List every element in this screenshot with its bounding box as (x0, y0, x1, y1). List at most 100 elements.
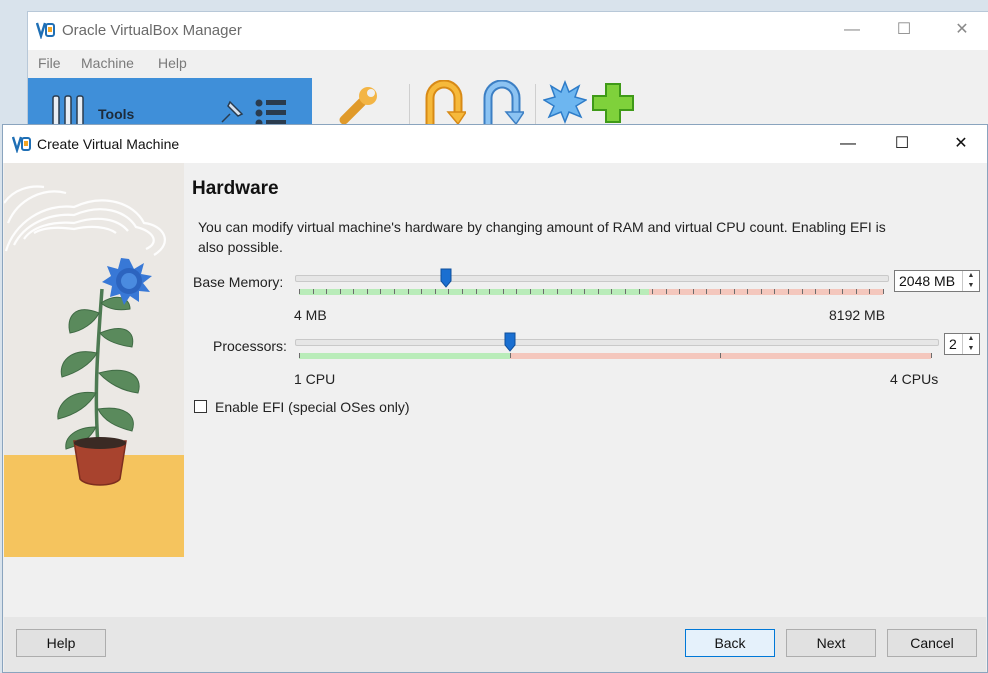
dialog-maximize-button[interactable]: ☐ (879, 125, 925, 163)
scale-tick (299, 353, 300, 358)
manager-title: Oracle VirtualBox Manager (62, 22, 242, 39)
scale-tick (931, 353, 932, 358)
scale-tick (665, 289, 667, 294)
processors-min-label: 1 CPU (294, 371, 336, 387)
page-heading: Hardware (192, 178, 279, 199)
scale-tick (760, 289, 762, 294)
scale-tick (353, 289, 355, 294)
processors-spin-arrows[interactable]: ▲ ▼ (962, 334, 979, 354)
processors-slider-track[interactable] (295, 339, 939, 346)
scale-tick (869, 289, 871, 294)
base-memory-spinbox[interactable]: 2048 MB ▲ ▼ (894, 270, 980, 292)
settings-wrench-icon[interactable] (336, 82, 382, 128)
scale-tick (557, 289, 559, 294)
scale-tick (624, 289, 626, 294)
scale-tick (720, 289, 722, 294)
scale-tick (529, 289, 531, 294)
pin-icon[interactable] (218, 96, 248, 126)
menu-help[interactable]: Help (158, 55, 187, 71)
scale-tick (747, 289, 749, 294)
scale-tick (828, 289, 830, 294)
scale-safe-range (299, 353, 510, 359)
scale-tick (543, 289, 545, 294)
enable-efi-checkbox[interactable] (194, 400, 207, 413)
scale-tick (706, 289, 708, 294)
scale-tick (339, 289, 341, 294)
scale-tick (326, 289, 328, 294)
cancel-button[interactable]: Cancel (887, 629, 977, 657)
dialog-titlebar: Create Virtual Machine — ☐ ✕ (3, 125, 987, 163)
scale-tick (516, 289, 518, 294)
help-button[interactable]: Help (16, 629, 106, 657)
base-memory-min-label: 4 MB (294, 307, 327, 323)
next-button[interactable]: Next (786, 629, 876, 657)
scale-tick (815, 289, 817, 294)
base-memory-slider-track[interactable] (295, 275, 889, 282)
base-memory-slider-thumb[interactable] (440, 268, 452, 288)
flower-pot-illustration (4, 163, 184, 557)
processors-max-label: 4 CPUs (890, 371, 939, 387)
scale-tick (883, 289, 884, 294)
spin-up-icon[interactable]: ▲ (963, 334, 979, 344)
scale-tick (842, 289, 844, 294)
scale-tick (502, 289, 504, 294)
tools-label: Tools (98, 106, 135, 122)
dialog-title: Create Virtual Machine (37, 136, 180, 152)
processors-value[interactable]: 2 (949, 336, 957, 352)
base-memory-spin-arrows[interactable]: ▲ ▼ (962, 271, 979, 291)
base-memory-value[interactable]: 2048 MB (899, 273, 955, 289)
scale-tick (611, 289, 613, 294)
scale-tick (570, 289, 572, 294)
add-plus-icon[interactable] (591, 82, 635, 124)
scale-tick (394, 289, 396, 294)
scale-tick (366, 289, 368, 294)
manager-titlebar: Oracle VirtualBox Manager — ☐ ✕ (28, 12, 988, 50)
menu-file[interactable]: File (38, 55, 61, 71)
processors-label: Processors: (213, 338, 287, 354)
manager-maximize-button[interactable]: ☐ (881, 12, 927, 48)
new-starburst-icon[interactable] (543, 80, 587, 124)
start-arrow-icon[interactable] (480, 80, 524, 126)
base-memory-scale (299, 289, 884, 295)
base-memory-max-label: 8192 MB (829, 307, 886, 323)
manager-menubar: File Machine Help (28, 50, 988, 76)
scale-tick (312, 289, 314, 294)
scale-tick (692, 289, 694, 294)
manager-close-button[interactable]: ✕ (939, 12, 985, 48)
processors-spinbox[interactable]: 2 ▲ ▼ (944, 333, 980, 355)
scale-tick (720, 353, 722, 358)
enable-efi-label[interactable]: Enable EFI (special OSes only) (215, 399, 410, 415)
page-description: You can modify virtual machine's hardwar… (198, 219, 886, 255)
scale-tick (801, 289, 803, 294)
processors-slider-thumb[interactable] (504, 332, 516, 352)
wizard-illustration (4, 163, 184, 557)
menu-machine[interactable]: Machine (81, 55, 134, 71)
scale-tick (448, 289, 450, 294)
scale-tick (421, 289, 423, 294)
virtualbox-logo-icon (12, 136, 31, 153)
scale-tick (509, 353, 511, 358)
create-vm-dialog: Create Virtual Machine — ☐ ✕ Hardware Yo… (2, 124, 988, 673)
manager-minimize-button[interactable]: — (829, 12, 875, 48)
back-button[interactable]: Back (685, 629, 775, 657)
scale-tick (407, 289, 409, 294)
processors-scale (299, 353, 932, 359)
scale-tick (475, 289, 477, 294)
scale-tick (434, 289, 436, 294)
scale-tick (855, 289, 857, 294)
dialog-minimize-button[interactable]: — (825, 125, 871, 163)
spin-down-icon[interactable]: ▼ (963, 344, 979, 354)
scale-tick (638, 289, 640, 294)
spin-down-icon[interactable]: ▼ (963, 281, 979, 291)
scale-tick (299, 289, 300, 294)
scale-tick (774, 289, 776, 294)
dialog-close-button[interactable]: ✕ (938, 125, 984, 163)
discard-arrow-icon[interactable] (422, 80, 466, 126)
base-memory-label: Base Memory: (193, 274, 284, 290)
dialog-button-bar: Help Back Next Cancel (4, 617, 986, 672)
scale-tick (461, 289, 463, 294)
spin-up-icon[interactable]: ▲ (963, 271, 979, 281)
scale-tick (679, 289, 681, 294)
virtualbox-logo-icon (36, 22, 55, 39)
scale-tick (584, 289, 586, 294)
